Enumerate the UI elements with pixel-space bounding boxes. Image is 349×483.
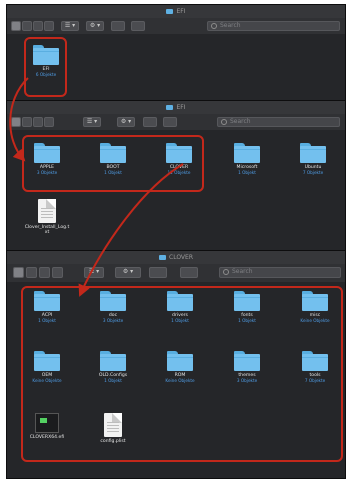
arrow-efi-to-folders xyxy=(9,77,29,162)
arrow-clover-to-contents xyxy=(78,163,184,297)
arrow-overlay xyxy=(9,77,184,297)
